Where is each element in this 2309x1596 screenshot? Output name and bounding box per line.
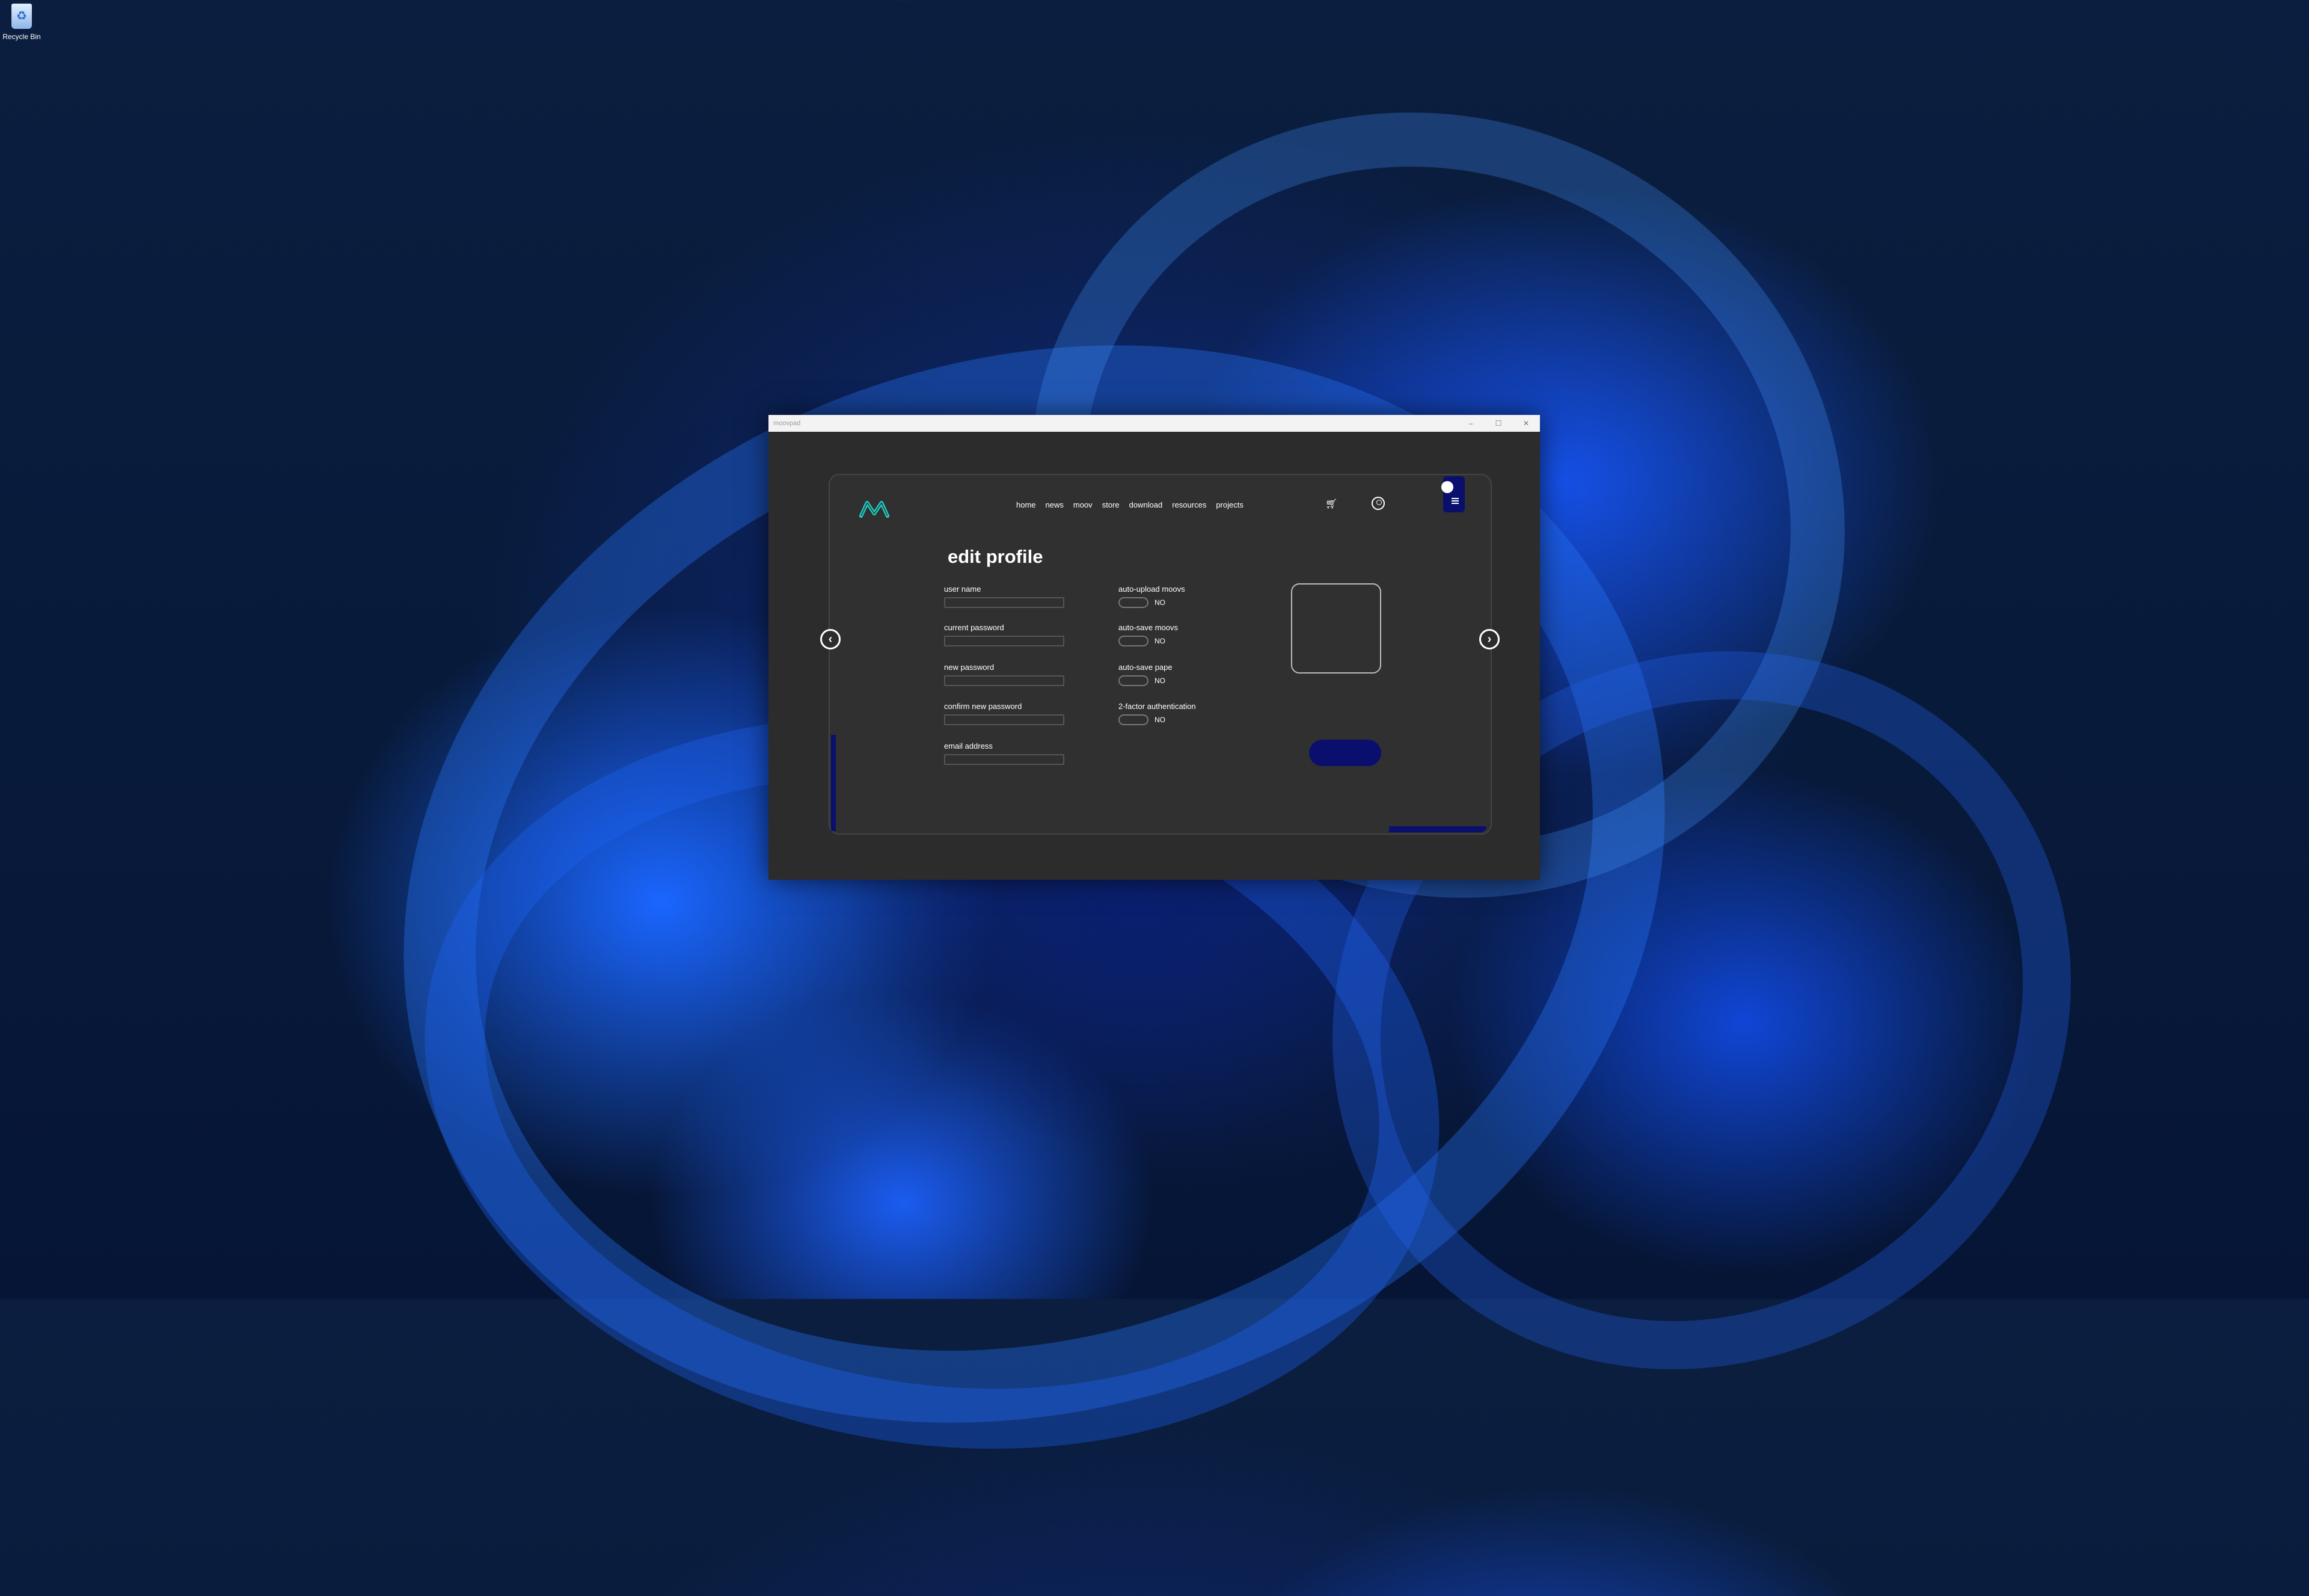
cart-icon[interactable]: 🛒︎ <box>1325 498 1337 510</box>
theme-toggle-knob[interactable] <box>1441 481 1453 493</box>
current-password-input[interactable] <box>944 636 1064 646</box>
auto-save-moovs-state: NO <box>1154 637 1165 645</box>
maximize-button[interactable]: ☐ <box>1485 415 1512 432</box>
hamburger-menu-icon[interactable] <box>1452 498 1459 504</box>
recycle-bin-label: Recycle Bin <box>2 32 41 41</box>
current-password-label: current password <box>944 623 1004 632</box>
email-label: email address <box>944 741 993 750</box>
option-auto-save-moovs: auto-save moovs NO <box>1118 623 1178 646</box>
new-password-label: new password <box>944 663 995 672</box>
nav-moov[interactable]: moov <box>1073 500 1093 509</box>
2fa-label: 2-factor authentication <box>1118 702 1196 711</box>
auto-save-pape-state: NO <box>1154 677 1165 685</box>
previous-arrow-icon[interactable]: ‹ <box>820 629 841 649</box>
confirm-password-input[interactable] <box>944 714 1064 725</box>
nav-home[interactable]: home <box>1016 500 1036 509</box>
auto-save-pape-label: auto-save pape <box>1118 663 1173 672</box>
user-name-label: user name <box>944 585 981 594</box>
close-button[interactable]: ✕ <box>1512 415 1540 432</box>
accent-bar-left <box>831 735 836 831</box>
save-button[interactable] <box>1309 740 1381 766</box>
nav-projects[interactable]: projects <box>1216 500 1243 509</box>
email-input[interactable] <box>944 754 1064 765</box>
recycle-bin-icon: ♻ <box>11 4 32 29</box>
nav-resources[interactable]: resources <box>1172 500 1206 509</box>
new-password-group: new password <box>944 663 1070 687</box>
2fa-toggle[interactable] <box>1118 714 1148 725</box>
app-logo-icon[interactable] <box>859 498 890 520</box>
user-account-icon[interactable] <box>1372 497 1385 510</box>
main-nav: home news moov store download resources … <box>1016 500 1243 509</box>
user-name-input[interactable] <box>944 597 1064 608</box>
nav-store[interactable]: store <box>1102 500 1120 509</box>
auto-upload-toggle[interactable] <box>1118 597 1148 608</box>
next-arrow-icon[interactable]: › <box>1479 629 1500 649</box>
confirm-password-group: confirm new password <box>944 702 1070 726</box>
auto-save-moovs-toggle[interactable] <box>1118 636 1148 646</box>
nav-news[interactable]: news <box>1046 500 1064 509</box>
confirm-password-label: confirm new password <box>944 702 1022 711</box>
auto-save-moovs-label: auto-save moovs <box>1118 623 1178 632</box>
profile-picture-upload[interactable] <box>1291 583 1381 674</box>
recycle-bin[interactable]: ♻ Recycle Bin <box>2 4 41 41</box>
auto-save-pape-toggle[interactable] <box>1118 675 1148 686</box>
auto-upload-label: auto-upload moovs <box>1118 585 1185 594</box>
option-auto-save-pape: auto-save pape NO <box>1118 663 1173 686</box>
app-window: moovpad – ☐ ✕ home news moov store downl… <box>768 415 1540 880</box>
accent-bar-bottom <box>1389 826 1486 832</box>
option-2fa: 2-factor authentication NO <box>1118 702 1196 725</box>
minimize-button[interactable]: – <box>1457 415 1485 432</box>
option-auto-upload: auto-upload moovs NO <box>1118 585 1185 608</box>
page-title: edit profile <box>948 546 1043 567</box>
2fa-state: NO <box>1154 716 1165 724</box>
content-frame: home news moov store download resources … <box>820 474 1500 835</box>
title-bar[interactable]: moovpad – ☐ ✕ <box>768 415 1540 432</box>
new-password-input[interactable] <box>944 675 1064 686</box>
user-name-group: user name <box>944 585 1070 609</box>
window-title: moovpad <box>773 420 801 427</box>
nav-download[interactable]: download <box>1129 500 1163 509</box>
auto-upload-state: NO <box>1154 598 1165 607</box>
theme-menu-toggle[interactable] <box>1441 476 1465 512</box>
email-group: email address <box>944 741 1070 766</box>
current-password-group: current password <box>944 623 1070 647</box>
